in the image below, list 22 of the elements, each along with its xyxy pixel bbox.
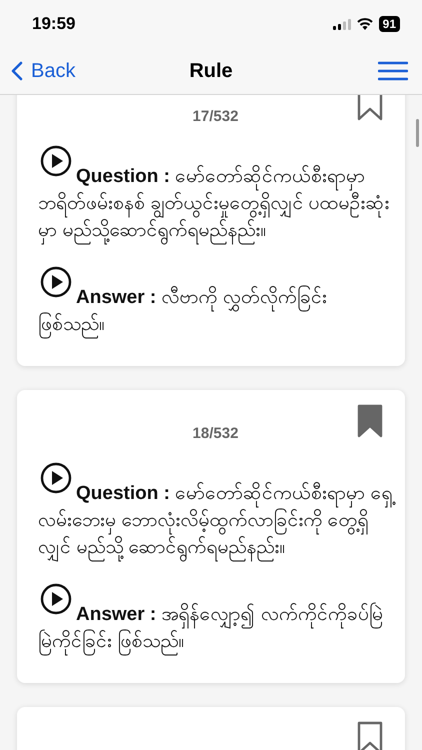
scrollbar[interactable] bbox=[416, 119, 419, 147]
play-icon[interactable] bbox=[40, 266, 72, 298]
wifi-icon bbox=[356, 18, 373, 30]
play-icon[interactable] bbox=[40, 145, 72, 177]
bookmark-filled-icon[interactable] bbox=[357, 404, 383, 438]
question-text: Question : မော်တော်ဆိုင်ကယ်စီးရာမှာ ရှေ့လမ်းဘေးမှ ဘောလုံးလိမ့်ထွက်လာခြင်းကို တွေ့ရှိလျှင် မည်သို့ ဆောင်ရွက်ရမည်နည်း။ bbox=[38, 480, 393, 561]
answer-text: Answer : လီဗာကို လွှတ်လိုက်ခြင်းဖြစ်သည်။ bbox=[38, 284, 393, 338]
question-counter: 17/532 bbox=[192, 108, 238, 125]
signal-icon bbox=[332, 18, 351, 30]
question-text: Question : မော်တော်ဆိုင်ကယ်စီးရာမှာ ဘရိတ်ဖမ်းစနစ် ချွတ်ယွင်းမှုတွေ့ရှိလျှင် ပထမဦးဆုံးမှာ မည်သို့ဆောင်ရွက်ရမည်နည်း။ bbox=[38, 163, 393, 244]
back-button[interactable]: Back bbox=[10, 60, 76, 82]
status-time: 19:59 bbox=[32, 14, 76, 34]
bookmark-icon[interactable] bbox=[357, 721, 383, 750]
battery-level: 91 bbox=[378, 16, 400, 32]
answer-text: Answer : အရှိန်လျှော့၍ လက်ကိုင်ကိုခပ်မြဲမြဲကိုင်ခြင်း ဖြစ်သည်။ bbox=[38, 601, 393, 655]
page-title: Rule bbox=[189, 60, 233, 82]
menu-icon[interactable] bbox=[378, 61, 408, 81]
chevron-left-icon bbox=[10, 61, 23, 81]
play-icon[interactable] bbox=[40, 462, 72, 494]
question-counter: 18/532 bbox=[192, 425, 238, 442]
play-icon[interactable] bbox=[40, 583, 72, 615]
bookmark-icon[interactable] bbox=[357, 95, 383, 121]
